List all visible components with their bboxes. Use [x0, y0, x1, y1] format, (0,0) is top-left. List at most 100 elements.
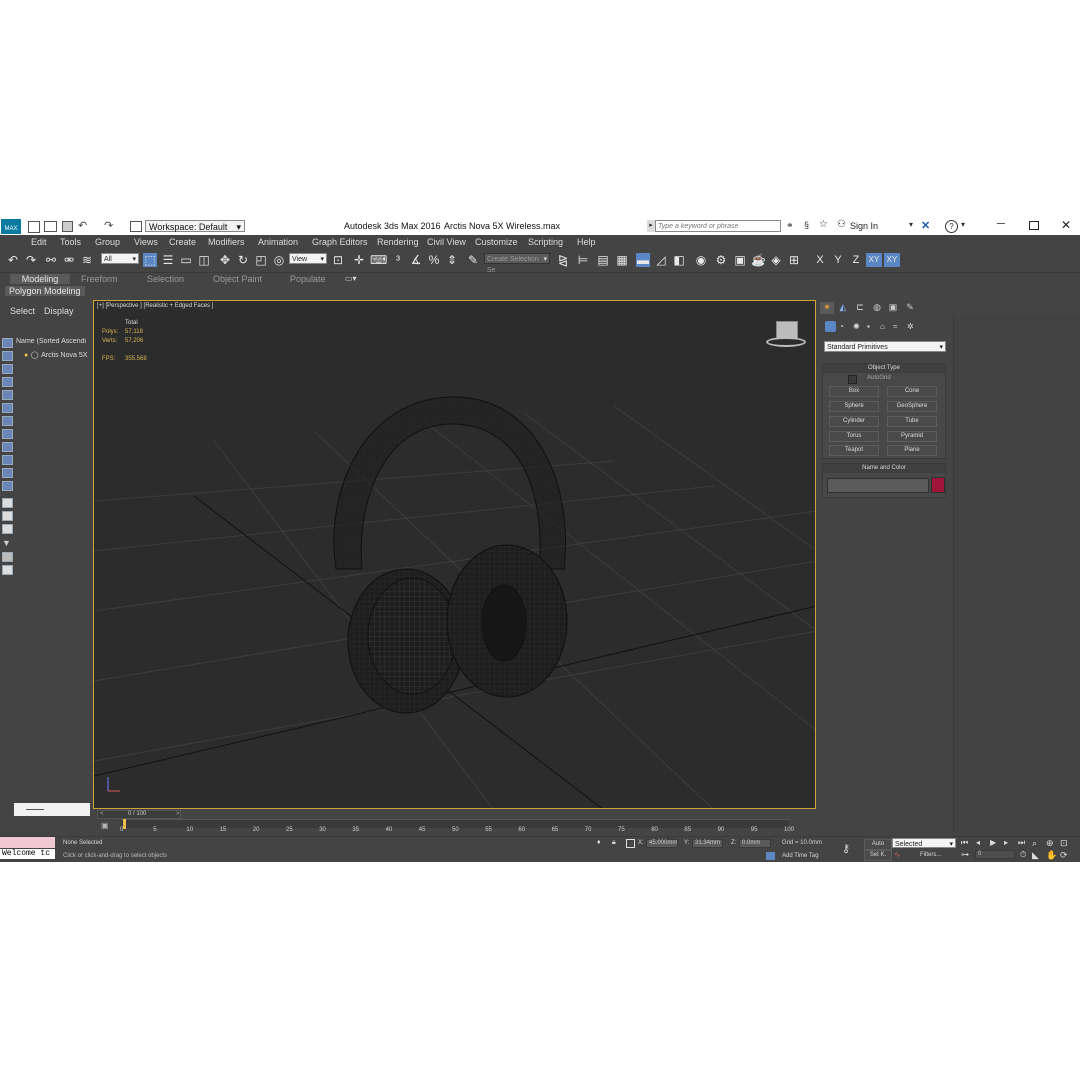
track-bar-toggle-icon[interactable]: ▣	[101, 821, 109, 830]
link-icon[interactable]: ⚯	[44, 253, 58, 267]
light-bulb-icon[interactable]: ●	[24, 352, 28, 359]
communication-icon[interactable]: §	[804, 220, 809, 230]
pyramid-button[interactable]: Pyramid	[887, 431, 937, 442]
menu-views[interactable]: Views	[134, 237, 158, 247]
menu-edit[interactable]: Edit	[31, 237, 47, 247]
keyboard-shortcut-icon[interactable]: ⌨	[370, 253, 387, 267]
filter-lights-icon[interactable]	[2, 364, 13, 374]
exchange-x-icon[interactable]: ✕	[921, 219, 930, 232]
filter-frozen-icon[interactable]	[2, 468, 13, 478]
object-type-title[interactable]: Object Type	[823, 364, 945, 373]
find-icon[interactable]	[2, 552, 13, 562]
filter-cameras-icon[interactable]	[2, 377, 13, 387]
align-icon[interactable]: ⊨	[576, 253, 590, 267]
undo-icon[interactable]: ↶	[78, 219, 87, 232]
filter-hidden-icon[interactable]	[2, 481, 13, 491]
motion-tab-icon[interactable]: ◍	[870, 302, 884, 314]
minimize-button[interactable]: ─	[997, 218, 1005, 230]
select-scale-icon[interactable]: ◰	[254, 253, 268, 267]
render-setup-icon[interactable]: ⚙	[714, 253, 728, 267]
autogrid-checkbox[interactable]	[848, 375, 857, 384]
sphere-button[interactable]: Sphere	[829, 401, 879, 412]
select-place-icon[interactable]: ◎	[272, 253, 286, 267]
subtab-polygon-modeling[interactable]: Polygon Modeling	[5, 286, 85, 296]
filter-containers-icon[interactable]	[2, 455, 13, 465]
snaps-toggle-icon[interactable]: ³	[391, 253, 405, 267]
filter-geometry-icon[interactable]	[2, 338, 13, 348]
systems-category-icon[interactable]: ✲	[907, 322, 914, 331]
current-frame-field[interactable]: 0	[975, 850, 1015, 859]
display-none-icon[interactable]	[2, 511, 13, 521]
helpers-category-icon[interactable]: ⌂	[880, 322, 885, 331]
absolute-mode-icon[interactable]	[626, 839, 635, 848]
axis-y-button[interactable]: Y	[831, 253, 845, 267]
plane-button[interactable]: Plane	[887, 445, 937, 456]
project-folder-icon[interactable]	[130, 221, 142, 232]
select-move-icon[interactable]: ✥	[218, 253, 232, 267]
display-tab-icon[interactable]: ▣	[886, 302, 900, 314]
create-tab-icon[interactable]: ✶	[820, 302, 834, 314]
auto-key-button[interactable]: Auto	[864, 839, 892, 850]
percent-snap-icon[interactable]: %	[427, 253, 441, 267]
key-mode-icon[interactable]: ⊶	[961, 850, 969, 859]
favorites-star-icon[interactable]: ☆	[819, 219, 828, 230]
set-key-button[interactable]: Set K.	[864, 850, 892, 861]
rectangular-selection-icon[interactable]: ▭	[179, 253, 193, 267]
angle-snap-icon[interactable]: ∡	[409, 253, 423, 267]
time-slider-prev-icon[interactable]: <	[100, 811, 104, 817]
object-color-swatch[interactable]	[931, 477, 945, 493]
filter-bones-icon[interactable]	[2, 442, 13, 452]
box-button[interactable]: Box	[829, 386, 879, 397]
modify-tab-icon[interactable]: ◭	[836, 302, 850, 314]
chevron-down-icon[interactable]: ▾	[961, 220, 965, 229]
selection-filter-dropdown[interactable]: All ▾	[101, 253, 139, 264]
select-rotate-icon[interactable]: ↻	[236, 253, 250, 267]
x-coord-field[interactable]: 45.000mm	[646, 839, 678, 848]
z-coord-field[interactable]: 0.0mm	[739, 839, 771, 848]
scene-menu-display[interactable]: Display	[44, 306, 74, 316]
curve-editor-icon[interactable]: ◿	[654, 253, 668, 267]
tube-button[interactable]: Tube	[887, 416, 937, 427]
search-arrow-icon[interactable]: ▸	[647, 220, 655, 232]
utilities-tab-icon[interactable]: ✎	[903, 302, 917, 314]
menu-customize[interactable]: Customize	[475, 237, 518, 247]
key-icon[interactable]: ⚷	[842, 842, 850, 855]
time-configuration-icon[interactable]: ⏱	[1020, 850, 1026, 860]
bind-space-warp-icon[interactable]: ≋	[80, 253, 94, 267]
filter-shapes-icon[interactable]	[2, 351, 13, 361]
key-filters-curve-icon[interactable]: ∿	[894, 850, 901, 859]
redo-icon[interactable]: ↷	[24, 253, 38, 267]
perspective-viewport[interactable]: [+] [Perspective ] [Realistic + Edged Fa…	[93, 300, 816, 809]
field-of-view-icon[interactable]: ◣	[1032, 850, 1039, 861]
select-manipulate-icon[interactable]: ✛	[352, 253, 366, 267]
scene-column-header[interactable]: Name (Sorted Ascendi	[16, 338, 90, 345]
teapot-button[interactable]: Teapot	[829, 445, 879, 456]
workspace-dropdown[interactable]: Workspace: Default ▾	[145, 220, 245, 232]
select-object-icon[interactable]: ⬚	[143, 253, 157, 267]
y-coord-field[interactable]: 31.34mm	[692, 839, 723, 848]
tab-selection[interactable]: Selection	[147, 274, 184, 284]
add-time-tag-icon[interactable]	[766, 852, 775, 860]
viewcube-icon[interactable]	[766, 321, 806, 351]
hierarchy-tab-icon[interactable]: ⊏	[853, 302, 867, 314]
funnel-filter-icon[interactable]: ▼	[2, 538, 11, 548]
previous-frame-icon[interactable]: ◂	[976, 838, 980, 847]
new-file-icon[interactable]	[28, 221, 40, 233]
key-filters-button[interactable]: Filters...	[920, 852, 941, 858]
key-selection-dropdown[interactable]: Selected ▾	[892, 838, 956, 848]
name-and-color-title[interactable]: Name and Color	[823, 464, 945, 473]
filter-xrefs-icon[interactable]	[2, 429, 13, 439]
axis-z-button[interactable]: Z	[849, 253, 863, 267]
render-production-icon[interactable]: ◈	[769, 253, 783, 267]
cylinder-button[interactable]: Cylinder	[829, 416, 879, 427]
lights-category-icon[interactable]: ✺	[853, 322, 860, 331]
menu-rendering[interactable]: Rendering	[377, 237, 419, 247]
redo-icon[interactable]: ↷	[104, 219, 113, 232]
menu-scripting[interactable]: Scripting	[528, 237, 563, 247]
binoculars-icon[interactable]: ⚭	[786, 220, 794, 231]
scene-explorer-icon[interactable]: ▦	[615, 253, 629, 267]
menu-civil-view[interactable]: Civil View	[427, 237, 466, 247]
cameras-category-icon[interactable]: ▪	[867, 322, 870, 331]
help-icon[interactable]: ?	[945, 220, 958, 233]
zoom-icon[interactable]: ⌕	[1032, 838, 1037, 849]
